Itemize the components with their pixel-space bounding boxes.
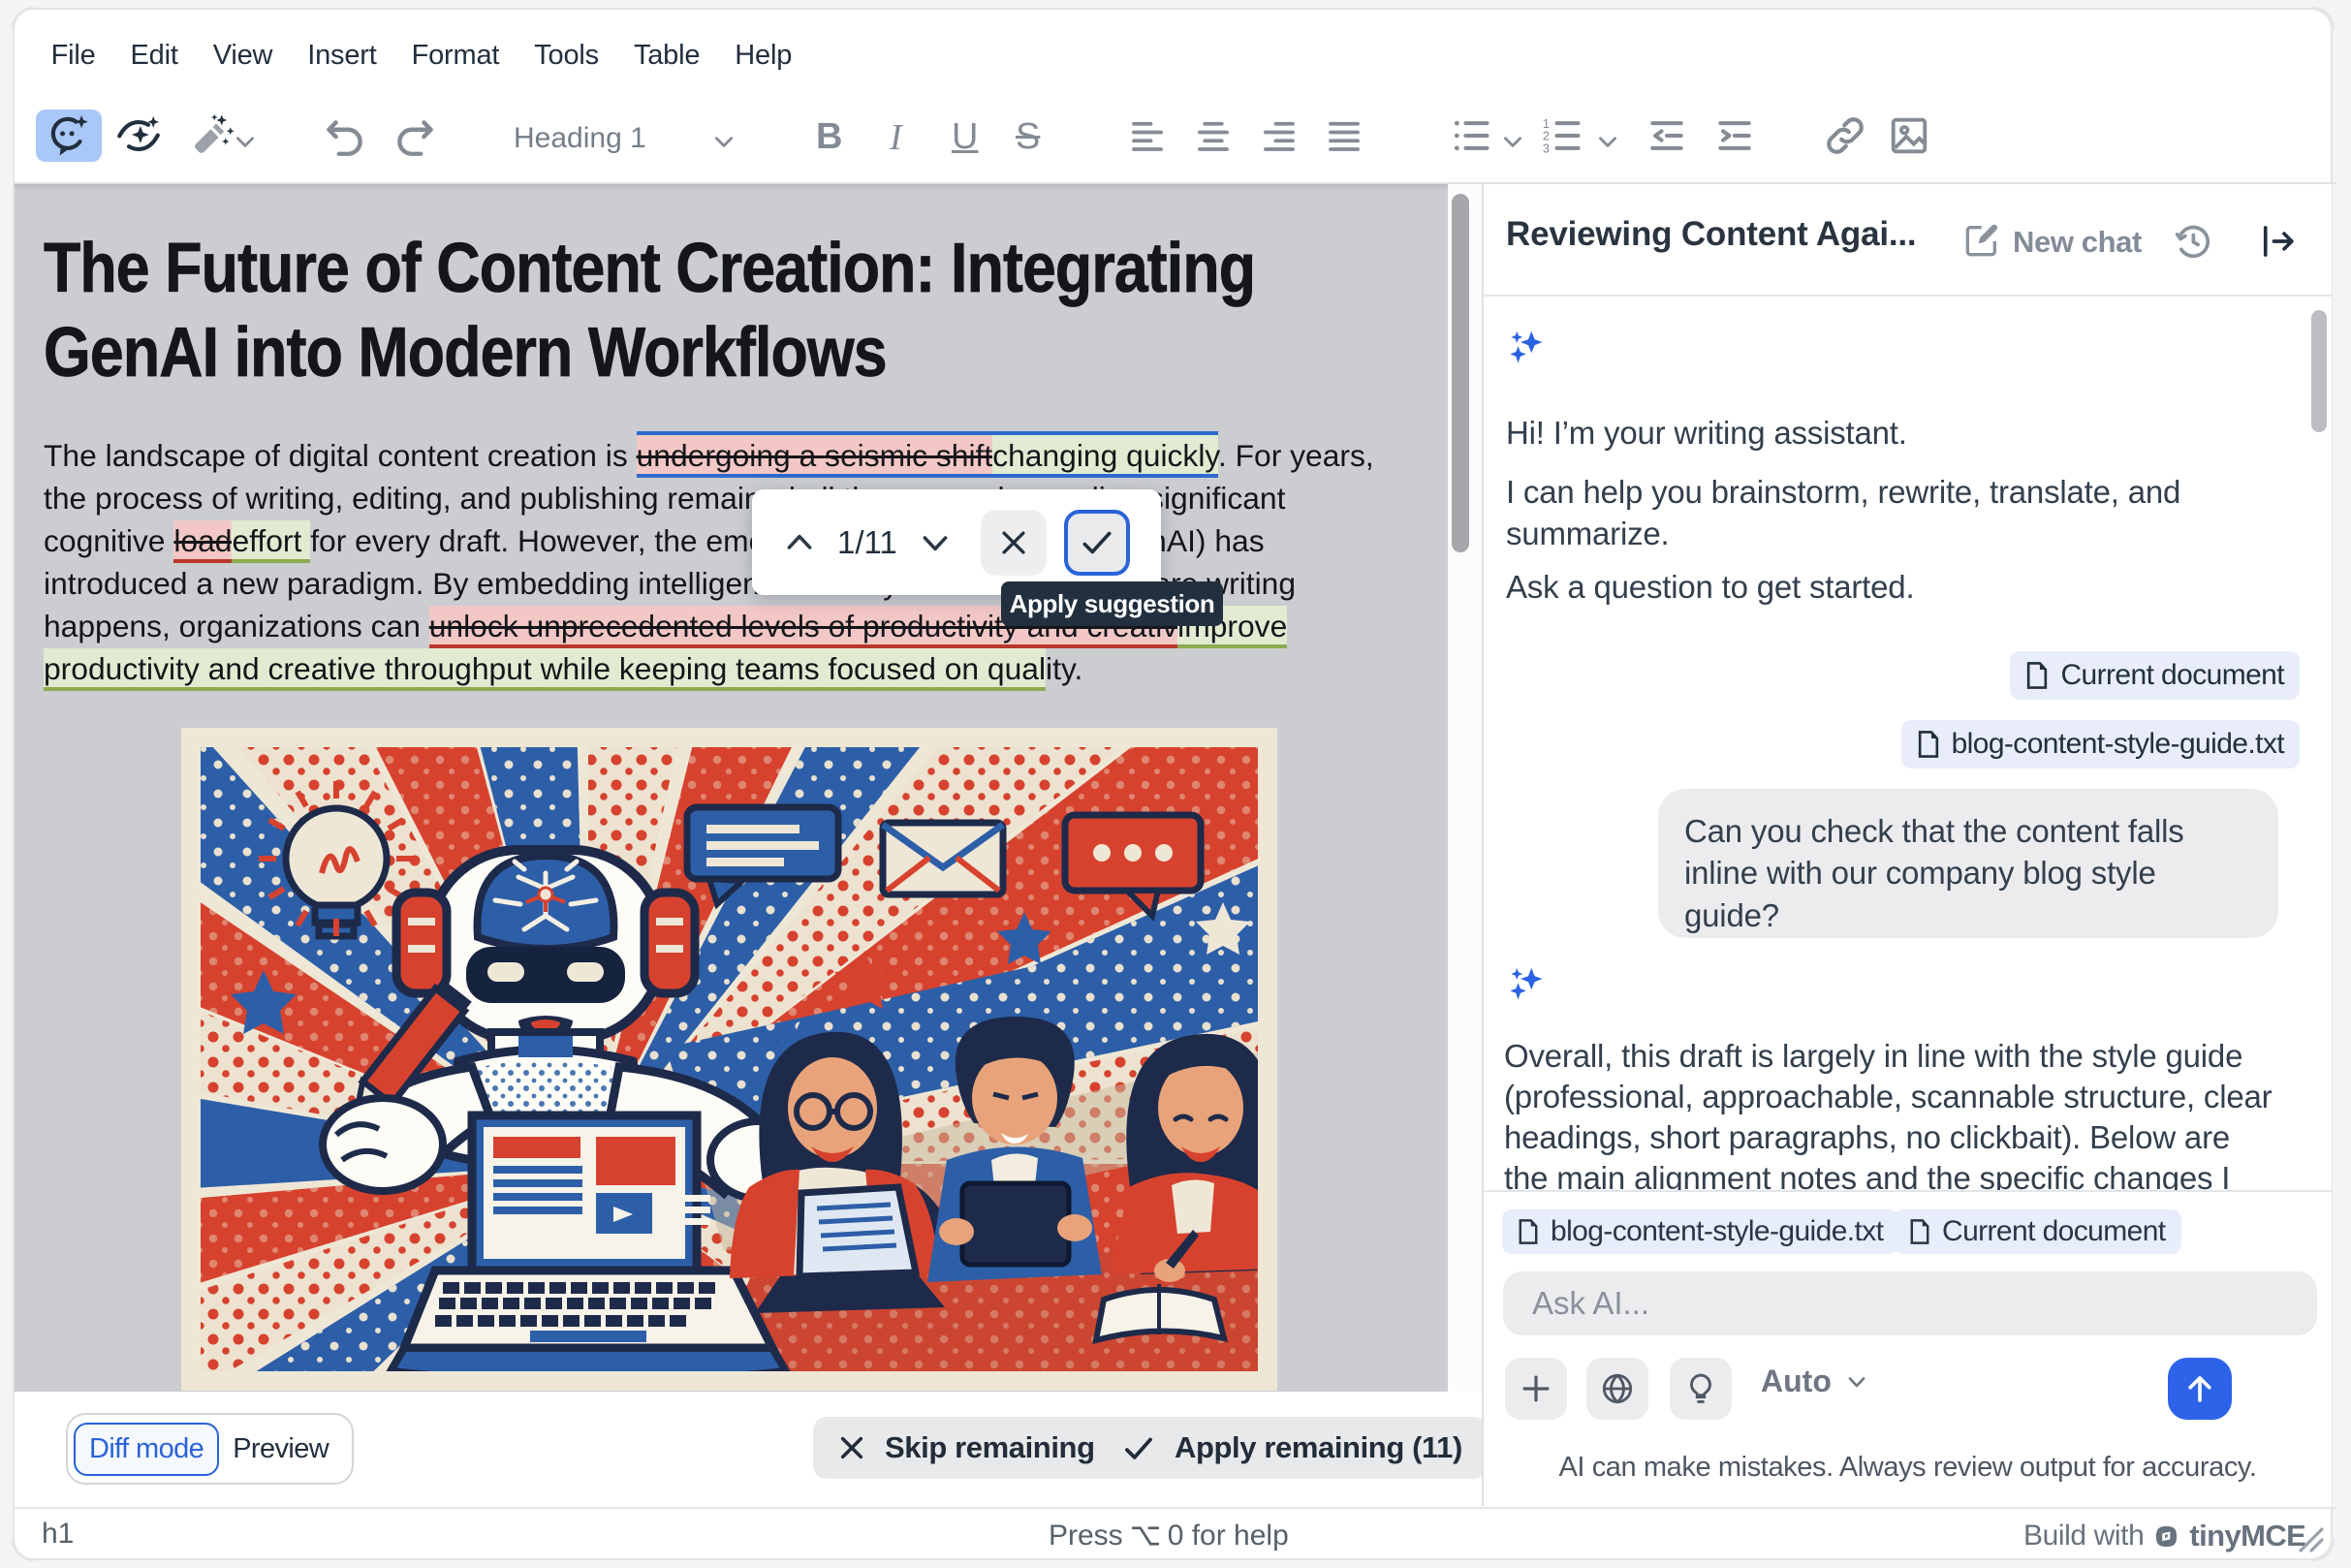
svg-text:3: 3: [1543, 141, 1550, 155]
